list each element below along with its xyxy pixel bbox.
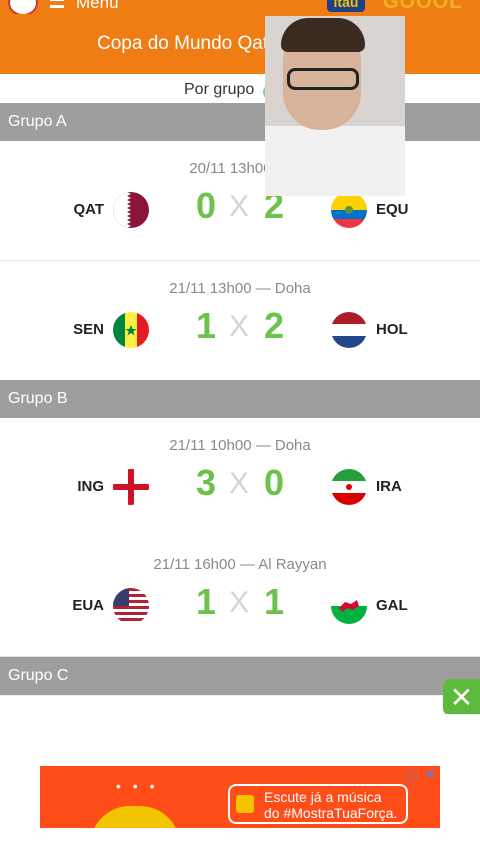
match-card[interactable]: 21/11 13h00 — Doha SEN 1 X 2 HOL [0, 261, 480, 381]
ad-mini-icon [236, 795, 254, 813]
page-title: Copa do Mundo Qatar [97, 33, 286, 54]
close-ad-button[interactable]: ✕ [443, 679, 480, 716]
ad-cta[interactable]: Escute já a música do #MostraTuaForça. [228, 784, 408, 824]
group-name: Grupo C [8, 667, 69, 684]
ad-graphic [90, 806, 180, 828]
netherlands-flag-icon [331, 312, 367, 348]
group-header-c: Grupo C [0, 657, 480, 695]
score-separator: X [229, 310, 250, 343]
brand-logo: GOOOL [383, 0, 463, 13]
away-team: GAL [376, 597, 408, 614]
ad-text-line1: Escute já a música [264, 789, 382, 805]
home-score: 3 [195, 462, 217, 503]
away-score: 1 [263, 581, 285, 622]
wales-flag-icon [331, 588, 367, 624]
home-team: SEN [73, 321, 104, 338]
match-info: 21/11 13h00 — Doha [169, 280, 311, 297]
top-app-bar: Menu itaú GOOOL [0, 0, 480, 14]
close-x-icon: ✕ [449, 682, 474, 713]
away-score: 0 [263, 462, 285, 503]
ad-text-line2: do #MostraTuaForça. [264, 805, 398, 821]
score-separator: X [229, 190, 250, 223]
match-info: 20/11 13h00 — [189, 160, 291, 177]
iran-flag-icon [331, 469, 367, 505]
ecuador-flag-icon [331, 192, 367, 228]
partner-logo: itaú [327, 0, 365, 12]
senegal-flag-icon [113, 312, 149, 348]
overlay-hair [281, 18, 365, 52]
group-name: Grupo B [8, 390, 68, 407]
group-filter-label: Por grupo [184, 81, 255, 98]
ad-decoration: • • • [116, 778, 159, 794]
score-separator: X [229, 467, 250, 500]
ad-info-icon[interactable]: ⓘ [405, 766, 418, 785]
score-separator: X [229, 586, 250, 619]
match-card[interactable]: 21/11 10h00 — Doha ING 3 X 0 IRA [0, 418, 480, 538]
qatar-flag-icon [113, 192, 149, 228]
menu-icon[interactable] [50, 0, 64, 8]
away-team: EQU [376, 201, 409, 218]
banner-ad[interactable]: • • • Escute já a música do #MostraTuaFo… [40, 766, 440, 828]
group-header-b: Grupo B [0, 380, 480, 418]
match-info: 21/11 10h00 — Doha [169, 437, 311, 454]
next-match-peek [0, 695, 480, 716]
match-card[interactable]: 21/11 16h00 — Al Rayyan EUA 1 X 1 GAL [0, 537, 480, 657]
overlay-glasses [287, 68, 359, 90]
video-overlay [265, 16, 405, 196]
away-score: 2 [263, 305, 285, 346]
group-header-a: Grupo A [0, 103, 480, 141]
home-score: 0 [195, 185, 217, 226]
home-team: QAT [73, 201, 104, 218]
home-team: ING [77, 478, 104, 495]
match-card[interactable]: 20/11 13h00 — QAT 0 X 2 EQU [0, 141, 480, 261]
home-score: 1 [195, 581, 217, 622]
group-name: Grupo A [8, 113, 67, 130]
away-team: HOL [376, 321, 408, 338]
home-score: 1 [195, 305, 217, 346]
filter-row: Por grupo [0, 76, 480, 103]
match-info: 21/11 16h00 — Al Rayyan [153, 556, 327, 573]
menu-label[interactable]: Menu [76, 0, 119, 12]
away-team: IRA [376, 478, 402, 495]
home-team: EUA [72, 597, 104, 614]
ad-close-icon[interactable]: ✕ [424, 766, 436, 783]
app-logo [8, 0, 38, 14]
overlay-shirt [265, 126, 405, 196]
england-flag-icon [113, 469, 149, 505]
usa-flag-icon [113, 588, 149, 624]
title-bar: Copa do Mundo Qatar 🏆 [0, 14, 480, 74]
